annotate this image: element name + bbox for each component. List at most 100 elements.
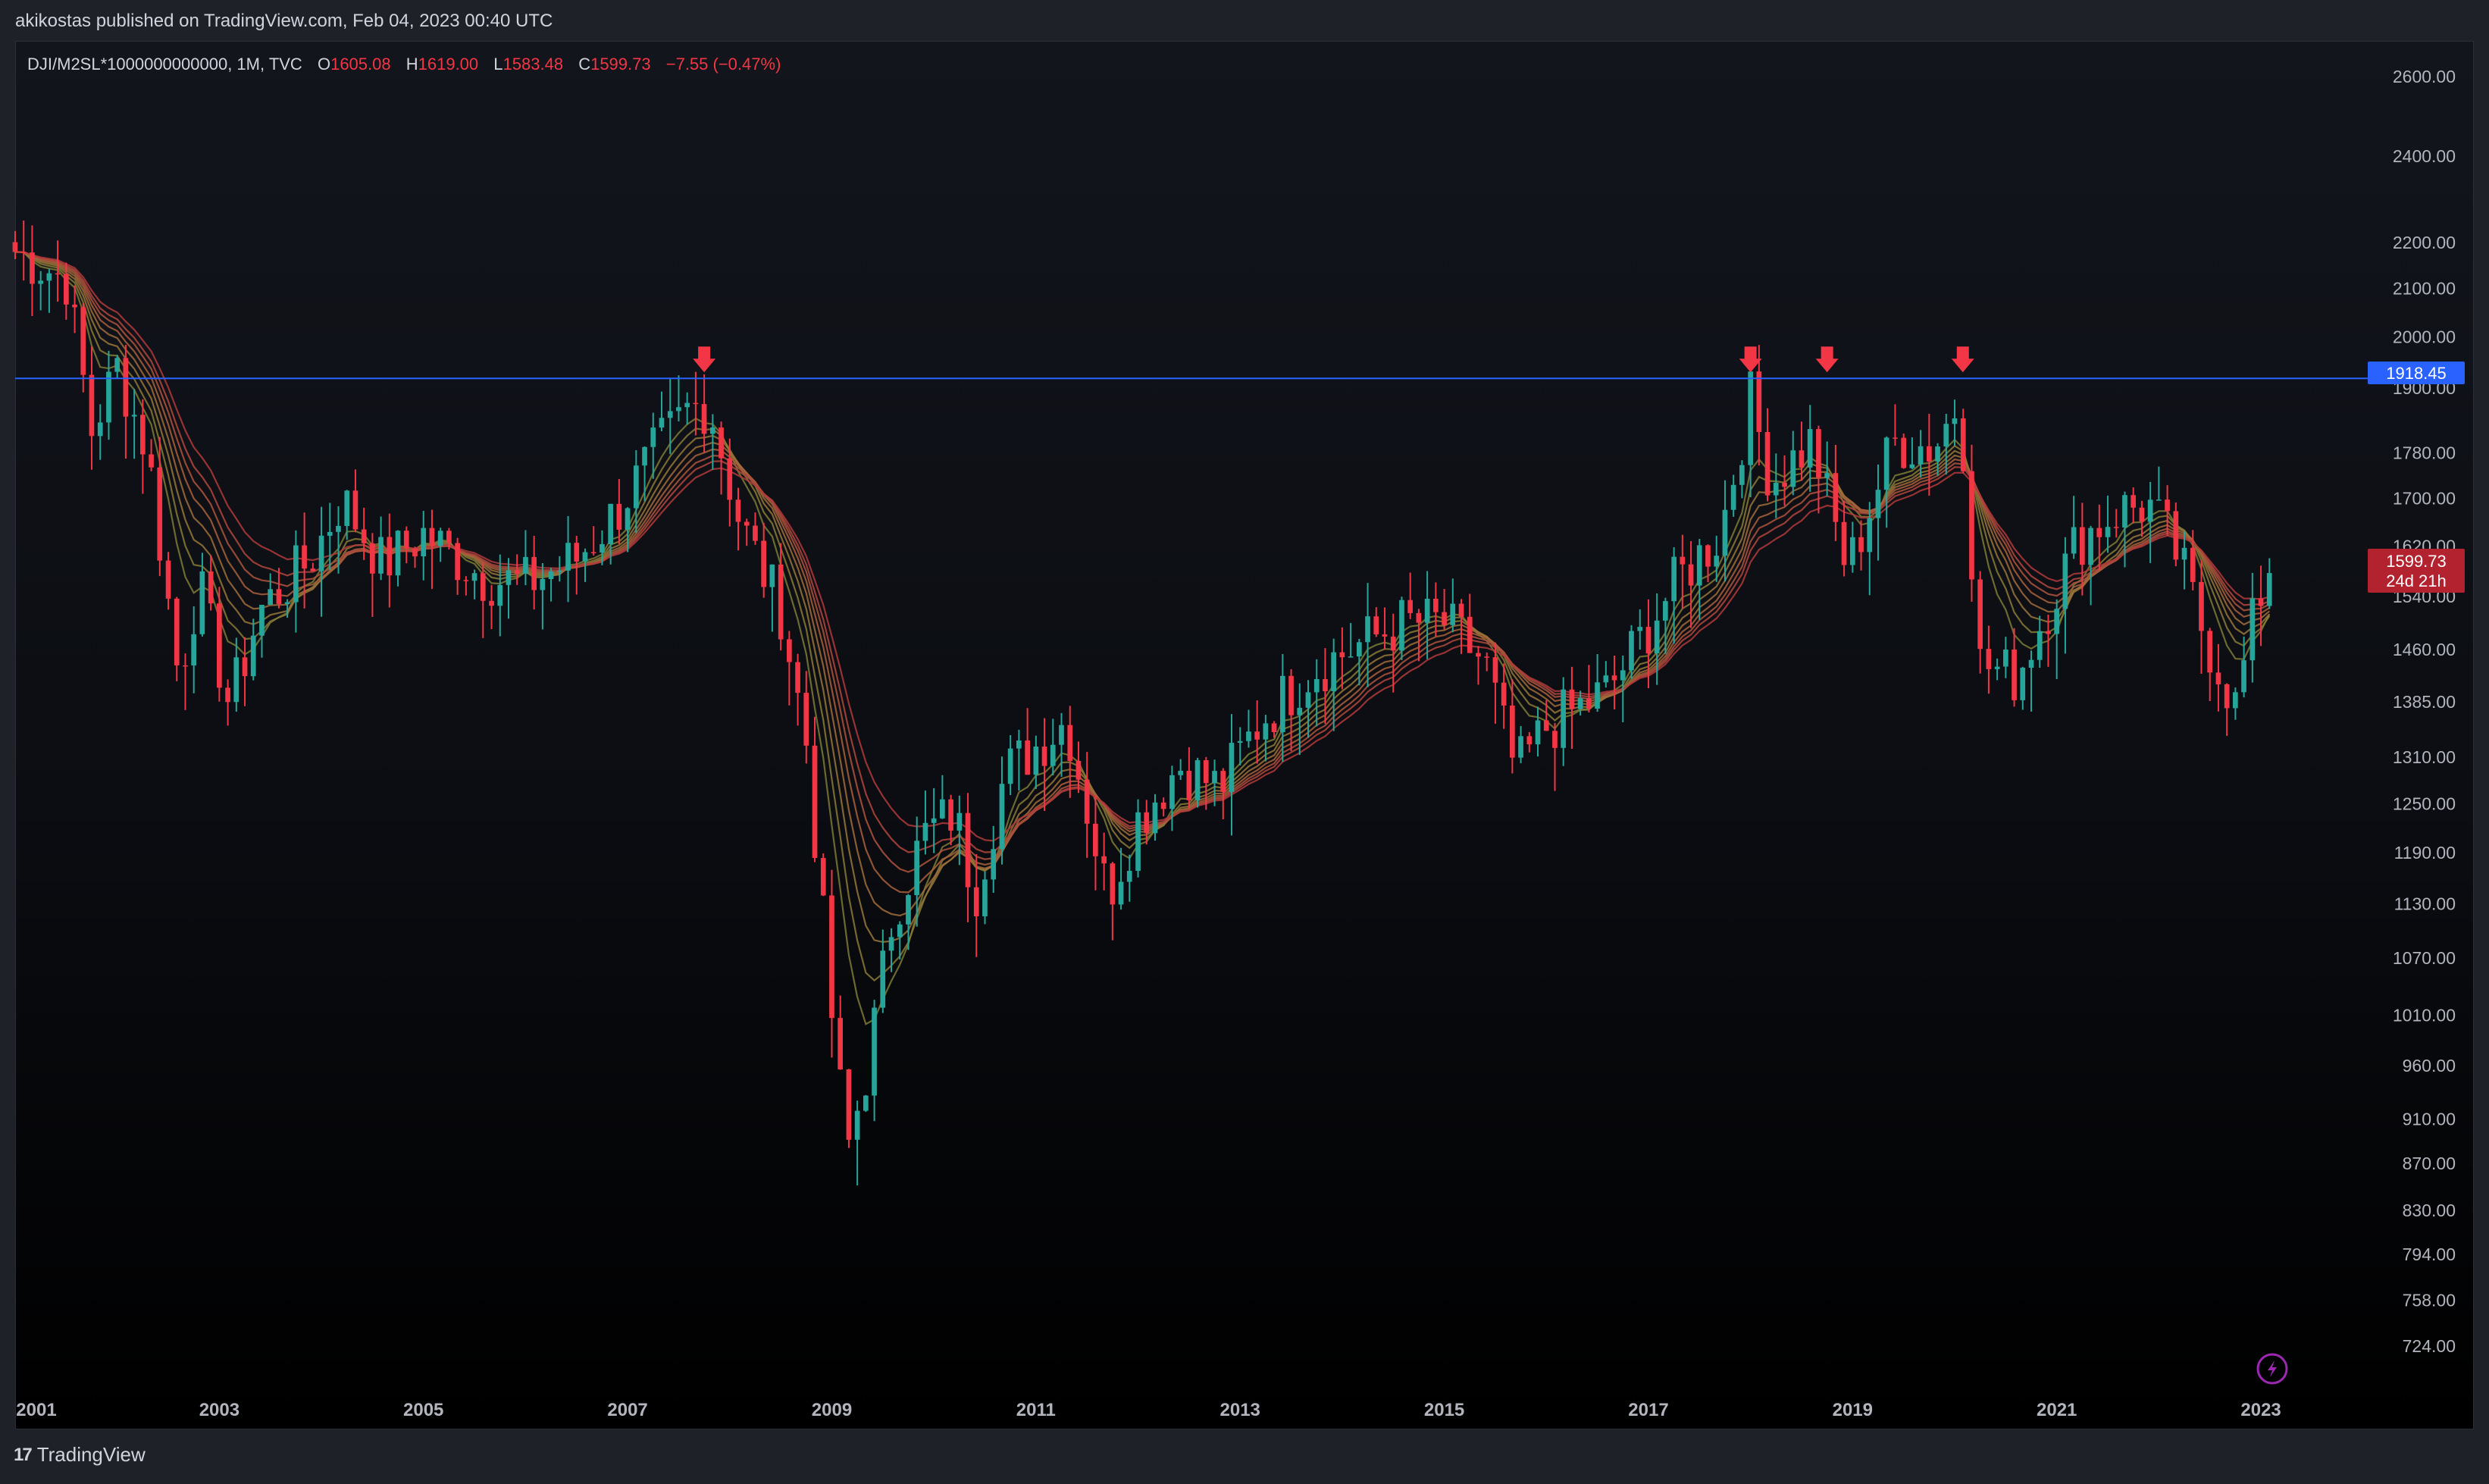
time-axis[interactable]: 2001 2003 2005 2007 2009 2011 2013 2015 2017 2019… xyxy=(16,1400,2281,1420)
countdown-tag-text: 24d 21h xyxy=(2386,571,2447,590)
candle-body xyxy=(531,556,537,590)
footer-brand[interactable]: 17 TradingView xyxy=(14,1443,146,1467)
candle-body xyxy=(1442,612,1447,625)
ema-ribbon xyxy=(14,251,2271,1025)
candle-body xyxy=(574,543,580,562)
candle-body xyxy=(1969,471,1974,580)
candle-body xyxy=(1246,731,1251,741)
candle-body xyxy=(1526,736,1533,745)
ema-line xyxy=(14,251,2270,873)
candle-body xyxy=(1220,771,1226,792)
signal-arrows-group xyxy=(693,346,1974,373)
candle-body xyxy=(412,548,418,557)
candle-body xyxy=(1543,720,1549,731)
candle-body xyxy=(1867,518,1873,553)
candle-body xyxy=(1118,881,1124,905)
candle-body xyxy=(684,402,690,408)
y-tick-label: 2400.00 xyxy=(2393,146,2456,166)
candle-body xyxy=(1952,418,1958,424)
price-axis[interactable]: 2600.002400.002200.002100.002000.001900.… xyxy=(2393,67,2456,1356)
candle-body xyxy=(1714,556,1720,567)
candle-body xyxy=(1680,556,1686,565)
candle-body xyxy=(931,818,937,823)
candle-body xyxy=(667,411,673,418)
tradingview-logo-icon: 17 xyxy=(14,1444,33,1465)
candle-body xyxy=(80,307,86,375)
candle-body xyxy=(888,937,894,951)
candle-body xyxy=(1901,437,1906,468)
candle-body xyxy=(1067,725,1073,761)
candle-body xyxy=(1782,482,1787,487)
candle-body xyxy=(837,1018,843,1069)
candle-body xyxy=(2054,609,2059,634)
candle-body xyxy=(1433,599,1439,612)
last-price-tag-text: 1599.73 xyxy=(2386,552,2447,571)
candle-body xyxy=(149,454,154,468)
candle-body xyxy=(548,571,554,579)
candle-body xyxy=(1186,771,1192,800)
candle-body xyxy=(2096,528,2102,537)
candle-body xyxy=(1467,616,1473,653)
chart-canvas[interactable]: 2600.002400.002200.002100.002000.001900.… xyxy=(0,0,2489,1484)
candle-body xyxy=(1476,653,1481,657)
candle-body xyxy=(1833,473,1839,522)
candle-body xyxy=(897,924,903,938)
candle-body xyxy=(2062,553,2068,609)
y-tick-label: 1700.00 xyxy=(2393,489,2456,509)
candle-body xyxy=(1756,371,1762,432)
candle-body xyxy=(327,531,333,536)
down-arrow-icon xyxy=(1815,346,1839,373)
candle-body xyxy=(114,358,120,372)
down-arrow-icon xyxy=(693,346,716,373)
candle-body xyxy=(106,371,111,423)
y-tick-label: 1310.00 xyxy=(2393,747,2456,767)
candle-body xyxy=(1110,863,1116,905)
candle-body xyxy=(1620,670,1626,681)
candle-body xyxy=(293,545,299,603)
candle-body xyxy=(1365,616,1370,643)
footer-brand-label: TradingView xyxy=(36,1443,146,1466)
candles-group xyxy=(12,220,2272,1186)
candle-body xyxy=(1059,725,1064,745)
y-tick-label: 2100.00 xyxy=(2393,279,2456,299)
candle-body xyxy=(217,603,222,688)
candle-body xyxy=(489,600,494,606)
candle-body xyxy=(242,657,248,677)
candle-body xyxy=(2046,631,2051,634)
candle-body xyxy=(2122,495,2127,528)
candle-body xyxy=(1424,599,1430,623)
x-tick-label: 2017 xyxy=(1628,1400,1668,1420)
candle-body xyxy=(812,745,818,858)
candle-body xyxy=(2190,547,2196,582)
candle-body xyxy=(1960,418,1966,471)
candle-body xyxy=(344,490,350,526)
candle-body xyxy=(1688,564,1694,586)
candle-body xyxy=(1348,656,1354,658)
candle-body xyxy=(506,570,512,585)
candle-body xyxy=(276,589,282,604)
x-tick-label: 2003 xyxy=(199,1400,240,1420)
candle-body xyxy=(956,812,963,831)
candle-body xyxy=(1824,473,1830,478)
candle-body xyxy=(2105,527,2111,537)
y-tick-label: 2200.00 xyxy=(2393,233,2456,252)
candle-body xyxy=(1518,736,1523,758)
candle-body xyxy=(2233,692,2238,709)
candle-body xyxy=(1357,642,1362,657)
candle-body xyxy=(1313,679,1320,693)
candle-body xyxy=(625,508,631,530)
x-tick-label: 2007 xyxy=(607,1400,647,1420)
candle-body xyxy=(2241,660,2246,693)
candle-body xyxy=(174,598,180,665)
lightning-bolt-icon[interactable] xyxy=(2256,1353,2288,1385)
candle-body xyxy=(1773,482,1779,496)
ema-line xyxy=(14,251,2271,917)
candle-body xyxy=(1407,600,1413,613)
y-tick-label: 960.00 xyxy=(2403,1056,2456,1075)
candle-body xyxy=(965,812,971,888)
candle-body xyxy=(2173,511,2179,560)
candle-body xyxy=(1075,760,1082,780)
candle-body xyxy=(429,528,435,546)
candle-body xyxy=(421,528,427,556)
candle-body xyxy=(803,693,809,746)
